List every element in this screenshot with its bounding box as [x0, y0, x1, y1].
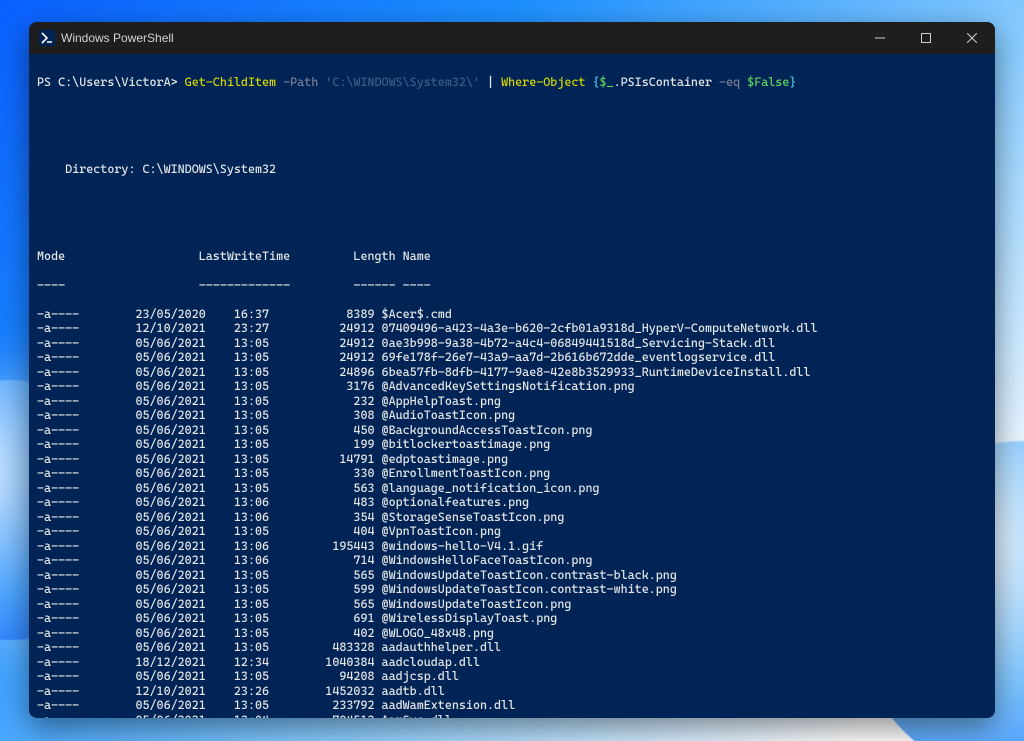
- file-listing: -a---- 23/05/2020 16:37 8389 $Acer$.cmd-…: [37, 307, 987, 719]
- column-dashes: ---- ------------- ------ ----: [37, 278, 987, 293]
- file-row: -a---- 05/06/2021 13:06 354 @StorageSens…: [37, 510, 987, 525]
- file-row: -a---- 23/05/2020 16:37 8389 $Acer$.cmd: [37, 307, 987, 322]
- file-row: -a---- 05/06/2021 13:05 3176 @AdvancedKe…: [37, 379, 987, 394]
- file-row: -a---- 05/06/2021 13:05 691 @WirelessDis…: [37, 611, 987, 626]
- directory-line: Directory: C:\WINDOWS\System32: [37, 162, 987, 177]
- window-title: Windows PowerShell: [61, 31, 174, 45]
- file-row: -a---- 05/06/2021 13:05 94208 aadjcsp.dl…: [37, 669, 987, 684]
- prompt: PS C:\Users\VictorA>: [37, 75, 178, 89]
- powershell-icon: [39, 30, 55, 46]
- command-line: PS C:\Users\VictorA> Get-ChildItem -Path…: [37, 75, 987, 90]
- file-row: -a---- 05/06/2021 13:05 308 @AudioToastI…: [37, 408, 987, 423]
- file-row: -a---- 05/06/2021 13:05 24896 6bea57fb-8…: [37, 365, 987, 380]
- file-row: -a---- 18/12/2021 12:34 1040384 aadcloud…: [37, 655, 987, 670]
- file-row: -a---- 05/06/2021 13:05 402 @WLOGO_48x48…: [37, 626, 987, 641]
- file-row: -a---- 05/06/2021 13:06 195443 @windows-…: [37, 539, 987, 554]
- title-bar[interactable]: Windows PowerShell: [29, 22, 995, 54]
- file-row: -a---- 05/06/2021 13:05 24912 69fe178f-2…: [37, 350, 987, 365]
- terminal-output[interactable]: PS C:\Users\VictorA> Get-ChildItem -Path…: [29, 54, 995, 718]
- file-row: -a---- 05/06/2021 13:05 565 @WindowsUpda…: [37, 568, 987, 583]
- file-row: -a---- 05/06/2021 13:05 450 @BackgroundA…: [37, 423, 987, 438]
- file-row: -a---- 05/06/2021 13:05 599 @WindowsUpda…: [37, 582, 987, 597]
- file-row: -a---- 05/06/2021 13:06 714 @WindowsHell…: [37, 553, 987, 568]
- file-row: -a---- 05/06/2021 13:05 233792 aadWamExt…: [37, 698, 987, 713]
- close-button[interactable]: [949, 22, 995, 54]
- file-row: -a---- 05/06/2021 13:04 704512 AarSvc.dl…: [37, 713, 987, 719]
- file-row: -a---- 05/06/2021 13:05 565 @WindowsUpda…: [37, 597, 987, 612]
- powershell-window: Windows PowerShell PS C:\Users\VictorA> …: [29, 22, 995, 718]
- minimize-button[interactable]: [857, 22, 903, 54]
- file-row: -a---- 05/06/2021 13:05 24912 0ae3b998-9…: [37, 336, 987, 351]
- file-row: -a---- 05/06/2021 13:05 232 @AppHelpToas…: [37, 394, 987, 409]
- file-row: -a---- 05/06/2021 13:05 483328 aadauthhe…: [37, 640, 987, 655]
- file-row: -a---- 05/06/2021 13:05 563 @language_no…: [37, 481, 987, 496]
- file-row: -a---- 05/06/2021 13:05 199 @bitlockerto…: [37, 437, 987, 452]
- file-row: -a---- 05/06/2021 13:05 330 @EnrollmentT…: [37, 466, 987, 481]
- file-row: -a---- 05/06/2021 13:05 14791 @edptoasti…: [37, 452, 987, 467]
- column-headers: Mode LastWriteTime Length Name: [37, 249, 987, 264]
- file-row: -a---- 12/10/2021 23:27 24912 07409496-a…: [37, 321, 987, 336]
- maximize-button[interactable]: [903, 22, 949, 54]
- file-row: -a---- 05/06/2021 13:06 483 @optionalfea…: [37, 495, 987, 510]
- file-row: -a---- 05/06/2021 13:05 404 @VpnToastIco…: [37, 524, 987, 539]
- file-row: -a---- 12/10/2021 23:26 1452032 aadtb.dl…: [37, 684, 987, 699]
